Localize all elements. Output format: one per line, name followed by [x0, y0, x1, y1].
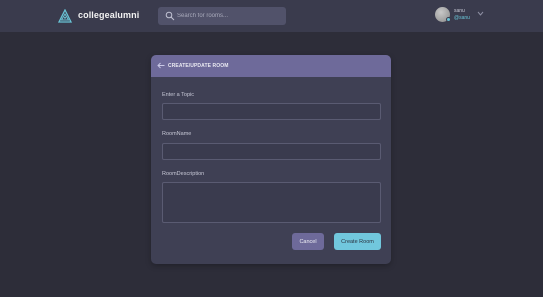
user-name[interactable]: sanu: [454, 8, 465, 14]
cancel-button[interactable]: Cancel: [292, 233, 324, 250]
search-input[interactable]: [177, 10, 281, 22]
user-handle[interactable]: @sanu: [454, 15, 470, 21]
card-header: CREATE/UPDATE ROOM: [151, 55, 391, 77]
room-name-label: RoomName: [162, 131, 192, 137]
search-box[interactable]: [158, 7, 286, 25]
card-title: CREATE/UPDATE ROOM: [168, 63, 229, 69]
room-description-textarea[interactable]: [162, 182, 381, 223]
create-room-card: CREATE/UPDATE ROOM Enter a Topic RoomNam…: [151, 55, 391, 264]
chevron-down-icon[interactable]: [477, 11, 484, 16]
topic-input[interactable]: [162, 103, 381, 120]
logo-icon[interactable]: [58, 9, 72, 23]
room-description-label: RoomDescription: [162, 171, 205, 177]
back-arrow-icon[interactable]: [157, 62, 165, 69]
brand-name[interactable]: collegealumni: [78, 10, 139, 20]
search-icon: [165, 11, 175, 21]
online-status-dot: [446, 17, 451, 22]
top-navbar: collegealumni sanu @sanu: [0, 0, 543, 32]
create-room-button[interactable]: Create Room: [334, 233, 381, 250]
topic-label: Enter a Topic: [162, 92, 195, 98]
room-name-input[interactable]: [162, 143, 381, 160]
